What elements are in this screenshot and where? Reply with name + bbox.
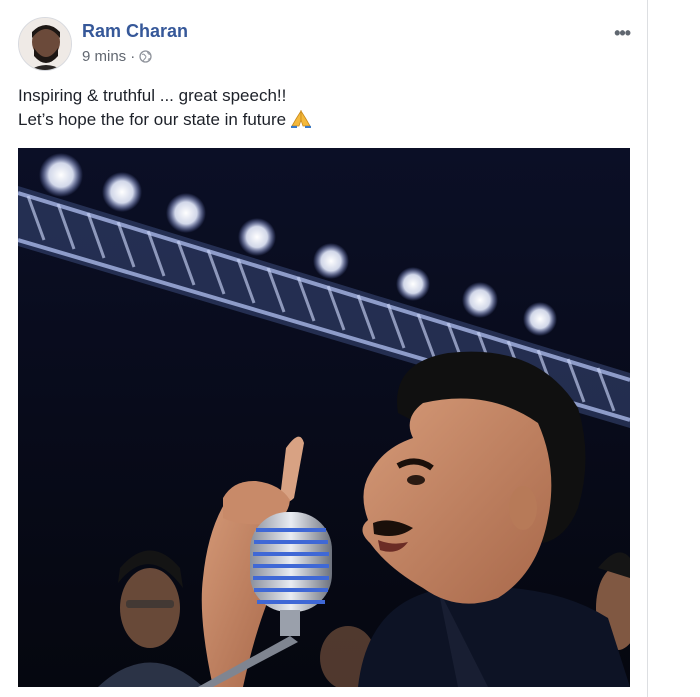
post-text: Inspiring & truthful ... great speech!! … <box>18 84 628 132</box>
avatar-image <box>19 18 71 70</box>
post-photo[interactable] <box>18 148 630 687</box>
post-meta: 9 mins · <box>82 48 152 65</box>
post-header: Ram Charan 9 mins · ••• <box>18 17 638 71</box>
meta-separator: · <box>130 48 136 65</box>
folded-hands-emoji <box>291 110 312 128</box>
avatar[interactable] <box>18 17 72 71</box>
globe-icon[interactable] <box>139 50 152 63</box>
more-options-icon[interactable]: ••• <box>614 23 631 44</box>
post-card: Ram Charan 9 mins · ••• Inspiring & trut… <box>0 0 648 697</box>
post-text-line-1: Inspiring & truthful ... great speech!! <box>18 86 287 105</box>
post-text-line-2-content: Let’s hope the for our state in future <box>18 110 287 129</box>
speech-photo <box>18 148 630 687</box>
post-timestamp[interactable]: 9 mins <box>82 48 126 65</box>
post-text-line-2: Let’s hope the for our state in future <box>18 108 628 132</box>
author-name[interactable]: Ram Charan <box>82 21 188 42</box>
